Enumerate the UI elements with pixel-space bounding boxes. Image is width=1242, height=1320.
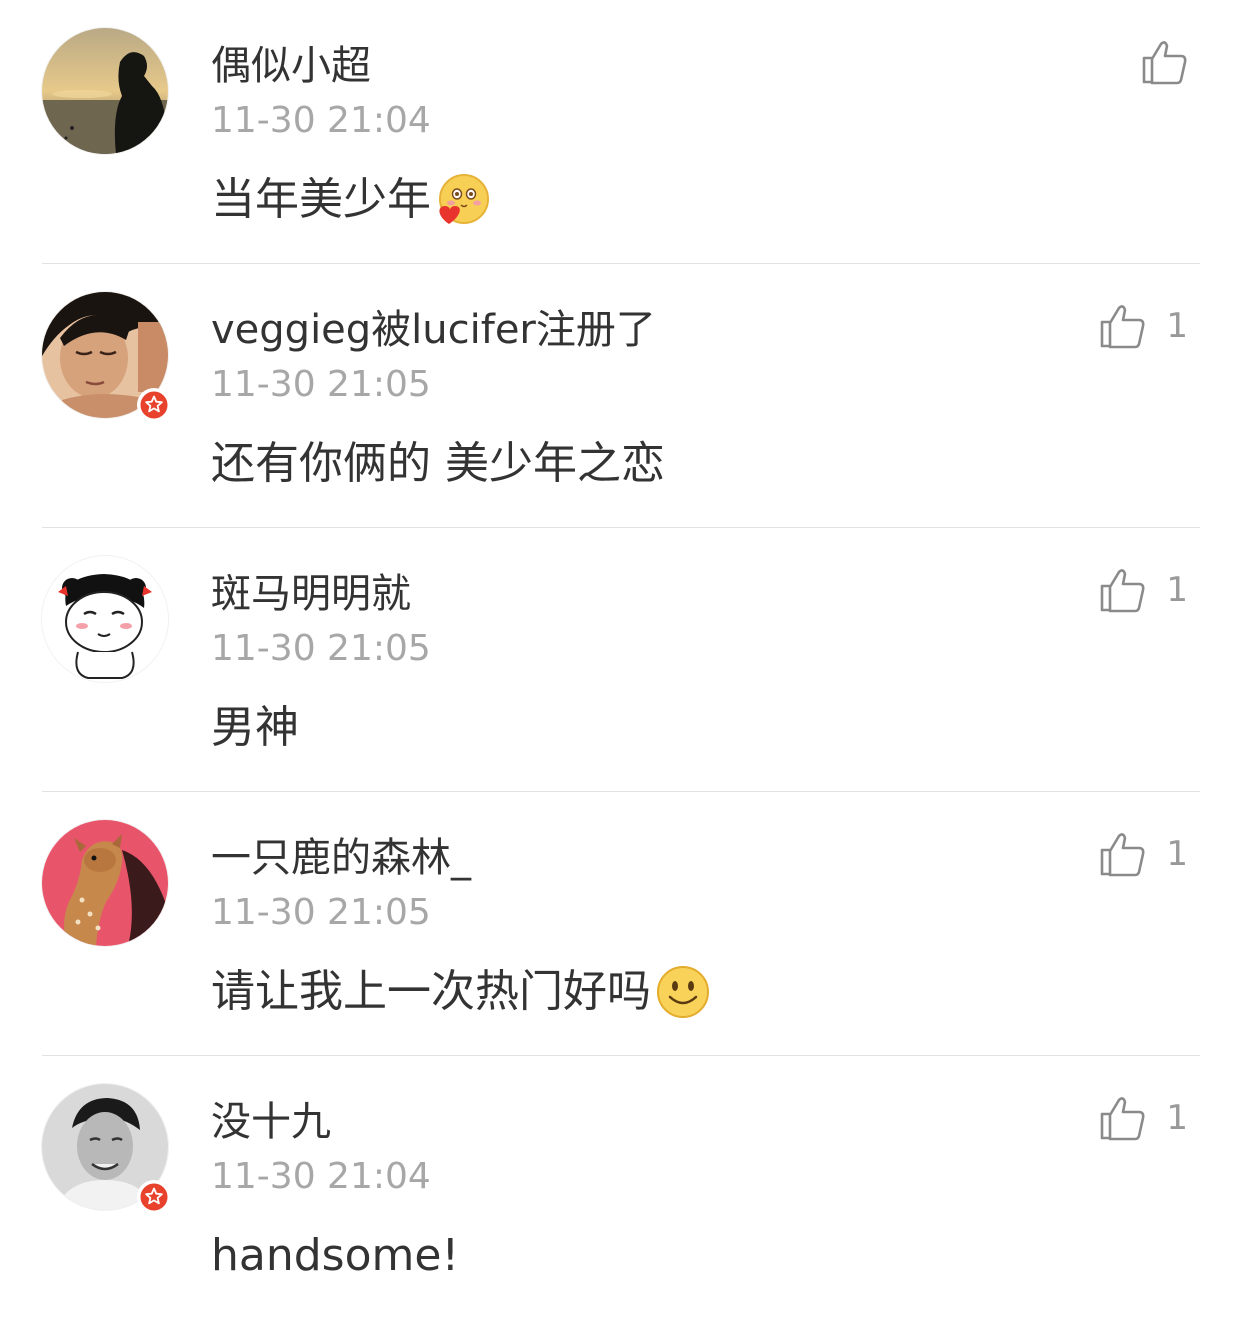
comment-text-row: handsome! (211, 1226, 459, 1286)
like-count: 1 (1166, 1098, 1188, 1138)
comment-item[interactable]: 偶似小超 11-30 21:04 当年美少年 (0, 0, 1242, 264)
comment-item[interactable]: 斑马明明就 11-30 21:05 男神 1 (0, 528, 1242, 792)
comment-item[interactable]: 一只鹿的森林_ 11-30 21:05 请让我上一次热门好吗 1 (0, 792, 1242, 1056)
comment-item[interactable]: veggieg被lucifer注册了 11-30 21:05 还有你俩的 美少年… (0, 264, 1242, 528)
timestamp: 11-30 21:05 (211, 628, 431, 669)
timestamp: 11-30 21:05 (211, 364, 431, 405)
like-count: 1 (1166, 834, 1188, 874)
comment-text-row: 男神 (211, 698, 299, 758)
username[interactable]: 没十九 (211, 1096, 331, 1148)
thumbs-up-icon (1101, 1097, 1145, 1141)
verified-star-badge-icon (137, 1180, 171, 1214)
like-button[interactable]: 1 (1098, 830, 1188, 878)
like-count: 1 (1166, 306, 1188, 346)
comment-text: 还有你俩的 美少年之恋 (211, 438, 665, 489)
comment-text: 请让我上一次热门好吗 (211, 966, 651, 1017)
comment-text: handsome! (211, 1230, 460, 1281)
like-button[interactable]: 1 (1098, 302, 1188, 350)
like-button[interactable]: 1 (1098, 566, 1188, 614)
comment-text-row: 当年美少年 (211, 170, 491, 230)
timestamp: 11-30 21:05 (211, 892, 431, 933)
timestamp: 11-30 21:04 (211, 1156, 431, 1197)
username[interactable]: 斑马明明就 (211, 568, 411, 620)
smile-emoji-icon (655, 964, 711, 1020)
thumbs-up-icon (1101, 833, 1145, 877)
like-button[interactable] (1140, 38, 1188, 86)
like-count: 1 (1166, 570, 1188, 610)
comment-text-row: 还有你俩的 美少年之恋 (211, 434, 665, 494)
comment-text-row: 请让我上一次热门好吗 (211, 962, 711, 1022)
thumbs-up-icon (1101, 305, 1145, 349)
avatar[interactable] (42, 28, 168, 154)
username[interactable]: veggieg被lucifer注册了 (211, 304, 656, 356)
verified-star-badge-icon (137, 388, 171, 422)
thumbs-up-icon (1101, 569, 1145, 613)
comment-text: 当年美少年 (211, 174, 431, 225)
username[interactable]: 一只鹿的森林_ (211, 832, 471, 884)
comment-text: 男神 (211, 702, 299, 753)
comment-item[interactable]: 没十九 11-30 21:04 handsome! 1 (0, 1056, 1242, 1320)
thumbs-up-icon (1142, 41, 1187, 85)
avatar[interactable] (42, 820, 168, 946)
avatar[interactable] (42, 556, 168, 682)
like-button[interactable]: 1 (1098, 1094, 1188, 1142)
heart-kiss-emoji-icon (435, 172, 491, 228)
username[interactable]: 偶似小超 (211, 40, 371, 92)
timestamp: 11-30 21:04 (211, 100, 431, 141)
